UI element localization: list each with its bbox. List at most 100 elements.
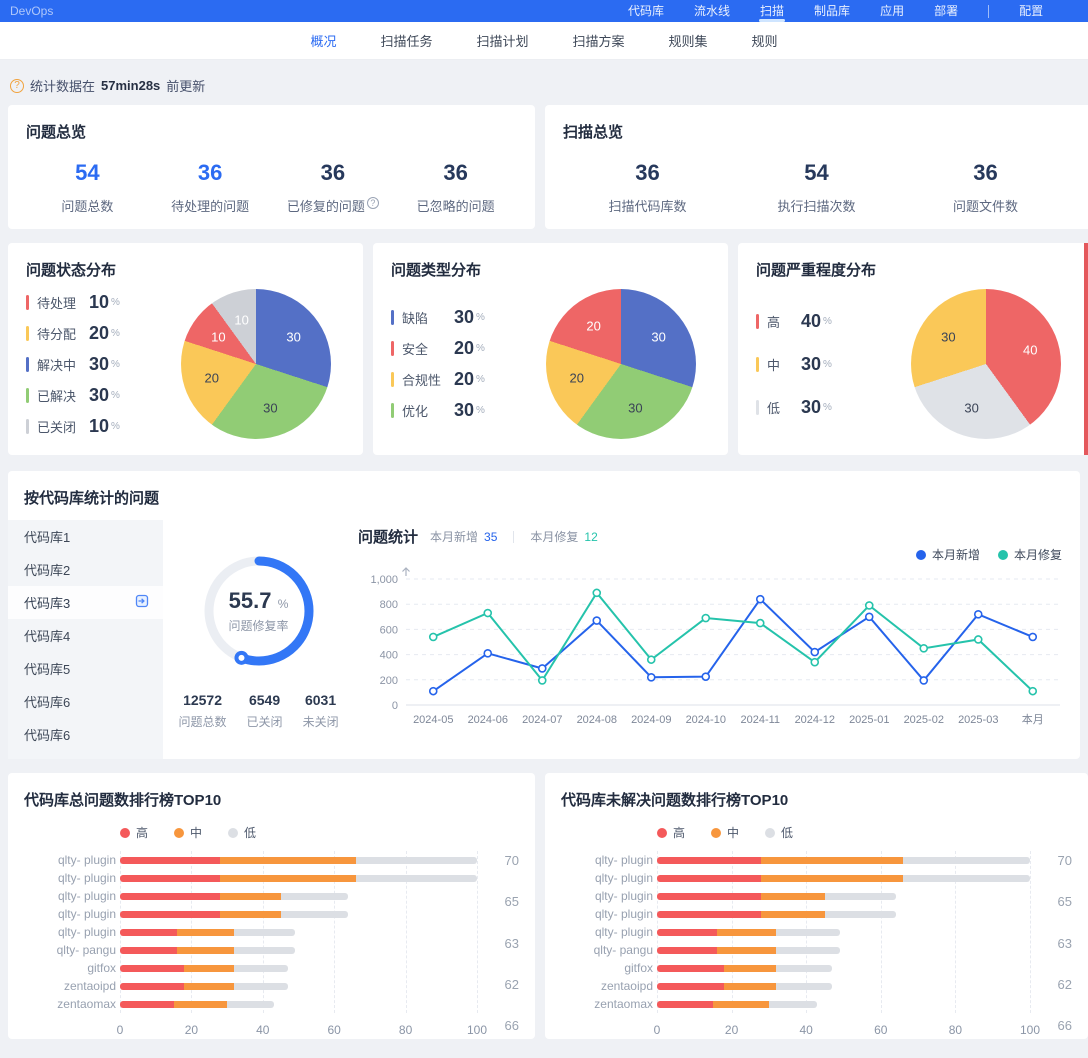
repo-list-item[interactable]: 代码库6 [8,685,163,718]
update-status-bar: ? 统计数据在 57min28s 前更新 [0,60,1088,105]
x-tick-label: 60 [874,1023,887,1037]
x-tick-label: 20 [725,1023,738,1037]
bar-segment-中 [177,947,234,954]
subnav-tab-规则集[interactable]: 规则集 [669,31,708,50]
repo-label: 代码库4 [24,626,70,645]
repo-list-item[interactable]: 代码库6 [8,718,163,751]
pie-slice-value: 10 [234,312,248,327]
legend-item-低[interactable]: 低 [765,824,793,841]
topnav-item-应用[interactable]: 应用 [880,0,904,22]
pie-slice-value: 40 [1023,342,1037,357]
legend-color-bar [26,295,29,310]
svg-text:2024-08: 2024-08 [577,714,617,726]
type-pie-title: 问题类型分布 [391,259,710,280]
info-icon[interactable]: ? [367,197,379,209]
gridline [477,851,478,1013]
legend-item-中[interactable]: 中 [711,824,739,841]
right-value: 66 [1058,1018,1072,1033]
stat-value: 36 [394,160,517,186]
pie-slice-value: 30 [263,401,277,416]
bar-row-label: qlty- pangu [57,943,116,957]
pie-slice-value: 30 [941,329,955,344]
repo-list-item[interactable]: 代码库4 [8,619,163,652]
enter-repo-icon[interactable] [135,594,149,611]
repo-list-item[interactable]: 代码库5 [8,652,163,685]
legend-unit: % [111,421,120,432]
legend-unit: % [111,297,120,308]
legend-item-高[interactable]: 高 [120,824,148,841]
top10-unresolved-card: 代码库未解决问题数排行榜TOP10 高中低 qlty- pluginqlty- … [545,773,1088,1039]
legend-label: 缺陷 [402,308,450,327]
legend-color-bar [391,403,394,418]
legend-value: 30 [89,385,109,406]
gauge-stat: 6549已关闭 [247,692,283,730]
legend-value: 20 [89,323,109,344]
subnav-tab-扫描方案[interactable]: 扫描方案 [573,31,625,50]
gauge-stats: 12572问题总数6549已关闭6031未关闭 [179,692,339,730]
top10-total-card: 代码库总问题数排行榜TOP10 高 中 低 qlty- pluginqlty- pl… [8,773,535,1039]
bar-row: zentaomax [657,995,1030,1013]
top10-total-title: 代码库总问题数排行榜TOP10 [24,789,521,810]
pie-legend-item: 解决中30% [26,354,120,375]
topnav-item-代码库[interactable]: 代码库 [628,0,664,22]
legend-label: 安全 [402,339,450,358]
bar-segment-高 [120,875,220,882]
bar-row: qlty- pangu [120,941,477,959]
bar-row: qlty- plugin [657,869,1030,887]
bar-segment-中 [220,875,356,882]
legend-label: 低 [767,398,797,417]
topnav-item-配置[interactable]: 配置 [1019,0,1043,22]
right-value: 63 [505,936,519,951]
bar-segment-高 [657,965,724,972]
help-icon[interactable]: ? [10,79,24,93]
legend-dot [916,550,926,560]
bar-row: qlty- plugin [120,851,477,869]
legend-item-低[interactable]: 低 [228,824,256,841]
repo-list-item[interactable]: 代码库1 [8,520,163,553]
pie-legend-item: 待处理10% [26,292,120,313]
pie-legend-item: 已关闭10% [26,416,120,437]
repo-list-item[interactable]: 代码库2 [8,553,163,586]
bar-segment-低 [234,947,295,954]
repo-stats-card: 按代码库统计的问题 代码库1代码库2代码库3代码库4代码库5代码库6代码库6 5… [8,471,1080,759]
overview-row: 问题总览 54问题总数36待处理的问题36已修复的问题?36已忽略的问题 扫描总… [0,105,1088,229]
severity-pie-chart: 403030 [911,289,1061,439]
subnav-tab-概况[interactable]: 概况 [310,31,336,50]
right-value: 62 [1058,977,1072,992]
topnav-item-制品库[interactable]: 制品库 [814,0,850,22]
topnav-item-部署[interactable]: 部署 [934,0,958,22]
top10-unresolved-chart: qlty- pluginqlty- pluginqlty- pluginqlty… [561,851,1074,1039]
topnav-item-流水线[interactable]: 流水线 [694,0,730,22]
stat-value: 36 [563,160,732,186]
update-suffix: 前更新 [166,76,205,95]
bar-row: qlty- plugin [120,869,477,887]
repair-rate-gauge: 55.7 % 问题修复率 12572问题总数6549已关闭6031未关闭 [163,520,354,759]
brand-devops[interactable]: DevOps [10,4,53,18]
severity-pie-title: 问题严重程度分布 [756,259,1075,280]
legend-text: 本月修复 [1014,546,1062,563]
legend-item-中[interactable]: 中 [174,824,202,841]
subnav-tab-扫描任务[interactable]: 扫描任务 [380,31,432,50]
type-pie-chart: 30302020 [546,289,696,439]
legend-label: 解决中 [37,355,85,374]
status-pie-title: 问题状态分布 [26,259,345,280]
legend-value: 30 [89,354,109,375]
topnav-item-扫描[interactable]: 扫描 [760,0,784,22]
repo-list-item[interactable]: 代码库3 [8,586,163,619]
subnav-tab-扫描计划[interactable]: 扫描计划 [476,31,528,50]
subnav-tab-规则[interactable]: 规则 [752,31,778,50]
severity-distribution-card: 问题严重程度分布 高40%中30%低30% 403030 [738,243,1088,455]
svg-text:1,000: 1,000 [370,574,398,586]
cutoff-card-edge [1084,243,1088,455]
bar-segment-中 [761,875,903,882]
legend-item-本月修复[interactable]: 本月修复 [998,546,1062,563]
pie-legend-item: 中30% [756,354,832,375]
legend-item-高[interactable]: 高 [657,824,685,841]
stat: 36扫描代码库数 [563,160,732,215]
bar-segment-高 [120,983,184,990]
legend-item-本月新增[interactable]: 本月新增 [916,546,980,563]
pie-legend-item: 低30% [756,397,832,418]
bar-segment-高 [657,983,724,990]
right-value: 63 [1058,936,1072,951]
bar-segment-中 [174,1001,228,1008]
